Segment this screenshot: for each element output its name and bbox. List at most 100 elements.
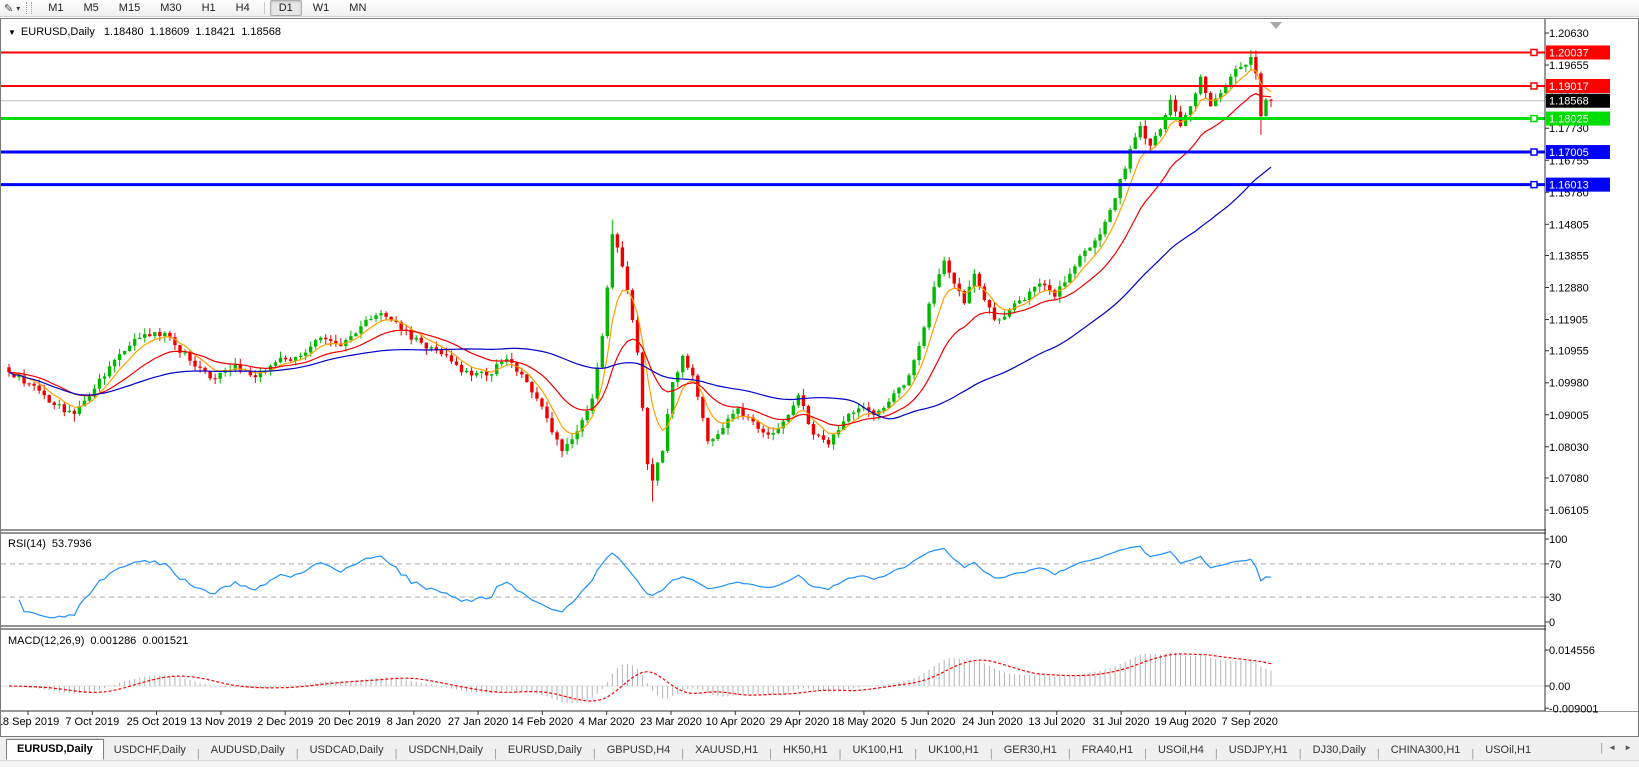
dropdown-caret-icon[interactable]: ▾ (16, 4, 20, 13)
date-axis-label: 13 Nov 2019 (190, 716, 252, 728)
chart-tab-DJ30-Daily[interactable]: DJ30,Daily (1303, 741, 1376, 760)
rsi-indicator-label: RSI(14) 53.7936 (8, 538, 98, 550)
tab-nav: | ◄ ► (1599, 741, 1636, 754)
level-1.17005-badge-text: 1.17005 (1549, 147, 1589, 159)
date-axis-label: 19 Aug 2020 (1155, 716, 1217, 728)
rsi-axis-tick: 30 (1549, 592, 1561, 604)
chart-tab-USOil-H1[interactable]: USOil,H1 (1475, 741, 1541, 760)
chart-tabs: EURUSD,Daily USDCHF,Daily | AUDUSD,Daily | US… (0, 737, 1639, 760)
level-1.20037-badge-text: 1.20037 (1549, 47, 1589, 59)
macd-signal-value: 0.001521 (142, 635, 189, 647)
macd-signal-line (8, 653, 1272, 702)
date-axis-label: 5 Jun 2020 (901, 716, 955, 728)
macd-main-value: 0.001286 (90, 635, 137, 647)
chart-tab-GBPUSD-H4[interactable]: GBPUSD,H4 (597, 741, 681, 760)
chart-canvas[interactable]: 18 Sep 2019 7 Oct 2019 25 Oct 2019 13 Nov 2… (1, 19, 1638, 736)
date-axis-label: 18 May 2020 (832, 716, 896, 728)
date-axis-label: 20 Dec 2019 (318, 716, 380, 728)
chart-tab-CHINA300-H1[interactable]: CHINA300,H1 (1381, 741, 1471, 760)
rsi-axis-tick: 0 (1549, 617, 1555, 629)
chart-tab-USDJPY-H1[interactable]: USDJPY,H1 (1219, 741, 1298, 760)
price-axis-tick: 1.06105 (1549, 505, 1589, 517)
macd-axis-tick: -0.009001 (1549, 703, 1599, 715)
rsi-pane (1, 545, 1545, 619)
level-handle-1.16013[interactable] (1530, 180, 1538, 189)
price-axis-tick: 1.09005 (1549, 410, 1589, 422)
timeframe-buttons: M1 M5 M15 M30 H1 H4 D1 W1 MN (38, 0, 376, 16)
level-handle-1.18025[interactable] (1530, 114, 1538, 123)
timeframe-button-M5[interactable]: M5 (75, 0, 108, 16)
chart-tab-XAUUSD-H1[interactable]: XAUUSD,H1 (685, 741, 768, 760)
price-axis-tick: 1.14805 (1549, 219, 1589, 231)
level-1.19017-badge-text: 1.19017 (1549, 81, 1589, 93)
chart-tabs-bar: EURUSD,Daily USDCHF,Daily | AUDUSD,Daily | US… (0, 737, 1639, 767)
date-axis-label: 7 Oct 2019 (65, 716, 119, 728)
ma-slow-line (8, 166, 1272, 420)
mt4-terminal: ✎ ▾ M1 M5 M15 M30 H1 H4 D1 W1 MN ▼ EURUSD,Daily … (0, 0, 1639, 767)
timeframe-button-M1[interactable]: M1 (39, 0, 72, 16)
chart-tab-USOil-H4[interactable]: USOil,H4 (1148, 741, 1214, 760)
pencil-tool-icon[interactable]: ✎ (4, 2, 13, 15)
level-handle-1.19017[interactable] (1530, 82, 1538, 90)
macd-axis-tick: 0.014556 (1549, 645, 1595, 657)
chart-tab-FRA40-H1[interactable]: FRA40,H1 (1072, 741, 1143, 760)
timeframe-button-D1[interactable]: D1 (269, 0, 302, 16)
chart-tab-UK100-H1[interactable]: UK100,H1 (918, 741, 989, 760)
timeframe-button-M30[interactable]: M30 (151, 0, 190, 16)
macd-indicator-label: MACD(12,26,9) 0.001286 0.001521 (8, 635, 194, 647)
price-axis-tick: 1.10955 (1549, 346, 1589, 358)
chart-tab-USDCHF-Daily[interactable]: USDCHF,Daily (104, 741, 196, 760)
rsi-name: RSI(14) (8, 538, 46, 550)
ma-medium-line (8, 92, 1272, 427)
chart-tab-EURUSD-Daily[interactable]: EURUSD,Daily (498, 741, 592, 760)
toolbar-separator (263, 2, 265, 14)
rsi-axis-tick: 100 (1549, 534, 1567, 546)
chart-tab-HK50-H1[interactable]: HK50,H1 (773, 741, 838, 760)
price-axis-tick: 1.13855 (1549, 250, 1589, 262)
timeframe-button-MN[interactable]: MN (340, 0, 375, 16)
timeframe-button-M15[interactable]: M15 (110, 0, 149, 16)
macd-name: MACD(12,26,9) (8, 635, 85, 647)
rsi-line (18, 545, 1272, 619)
collapse-triangle-icon[interactable]: ▼ (8, 28, 16, 37)
timeframe-button-H4[interactable]: H4 (227, 0, 259, 16)
timeframe-button-W1[interactable]: W1 (304, 0, 339, 16)
level-handle-1.20037[interactable] (1530, 48, 1538, 57)
date-axis-label: 8 Jan 2020 (387, 716, 441, 728)
tabbar-strip (0, 760, 1639, 767)
price-axis-tick: 1.19655 (1549, 60, 1589, 72)
macd-pane (1, 652, 1545, 704)
chart-tab-AUDUSD-Daily[interactable]: AUDUSD,Daily (201, 741, 295, 760)
tabs-scroll-right-icon[interactable]: ► (1620, 741, 1636, 754)
rsi-value: 53.7936 (51, 538, 92, 550)
ohlc-low: 1.18421 (195, 26, 236, 38)
level-handle-1.17005[interactable] (1530, 148, 1538, 156)
date-axis-label: 10 Apr 2020 (706, 716, 765, 728)
chart-tab-EURUSD-Daily[interactable]: EURUSD,Daily (6, 739, 104, 760)
date-axis-label: 2 Dec 2019 (257, 716, 313, 728)
chart-tab-UK100-H1[interactable]: UK100,H1 (842, 741, 913, 760)
date-axis-label: 24 Jun 2020 (962, 716, 1023, 728)
macd-axis-tick: 0.00 (1549, 681, 1570, 693)
chart-tab-USDCAD-Daily[interactable]: USDCAD,Daily (300, 741, 394, 760)
ohlc-high: 1.18609 (149, 26, 190, 38)
date-axis-label: 18 Sep 2019 (1, 716, 59, 728)
date-axis-label: 27 Jan 2020 (448, 716, 509, 728)
ohlc-close: 1.18568 (241, 26, 281, 38)
date-axis-label: 31 Jul 2020 (1093, 716, 1150, 728)
chart-shift-marker-icon[interactable] (1270, 22, 1282, 29)
timeframe-button-H1[interactable]: H1 (193, 0, 225, 16)
chart-tab-GER30-H1[interactable]: GER30,H1 (994, 741, 1067, 760)
price-axis-tick: 1.11905 (1549, 315, 1588, 327)
tabs-scroll-left-icon[interactable]: ◄ (1604, 741, 1620, 754)
date-axis-label: 25 Oct 2019 (127, 716, 187, 728)
price-axis-tick: 1.08030 (1549, 442, 1589, 454)
top-toolbar: ✎ ▾ M1 M5 M15 M30 H1 H4 D1 W1 MN (0, 0, 1639, 17)
chart-window: ▼ EURUSD,Daily 1.18480 1.18609 1.18421 1… (0, 18, 1639, 737)
date-axis-label: 7 Sep 2020 (1222, 716, 1278, 728)
chart-title: ▼ EURUSD,Daily 1.18480 1.18609 1.18421 1… (8, 26, 287, 38)
date-axis-label: 4 Mar 2020 (579, 716, 635, 728)
ma-fast-line (8, 69, 1272, 435)
level-1.18025-badge-text: 1.18025 (1549, 114, 1589, 126)
chart-tab-USDCNH-Daily[interactable]: USDCNH,Daily (398, 741, 493, 760)
